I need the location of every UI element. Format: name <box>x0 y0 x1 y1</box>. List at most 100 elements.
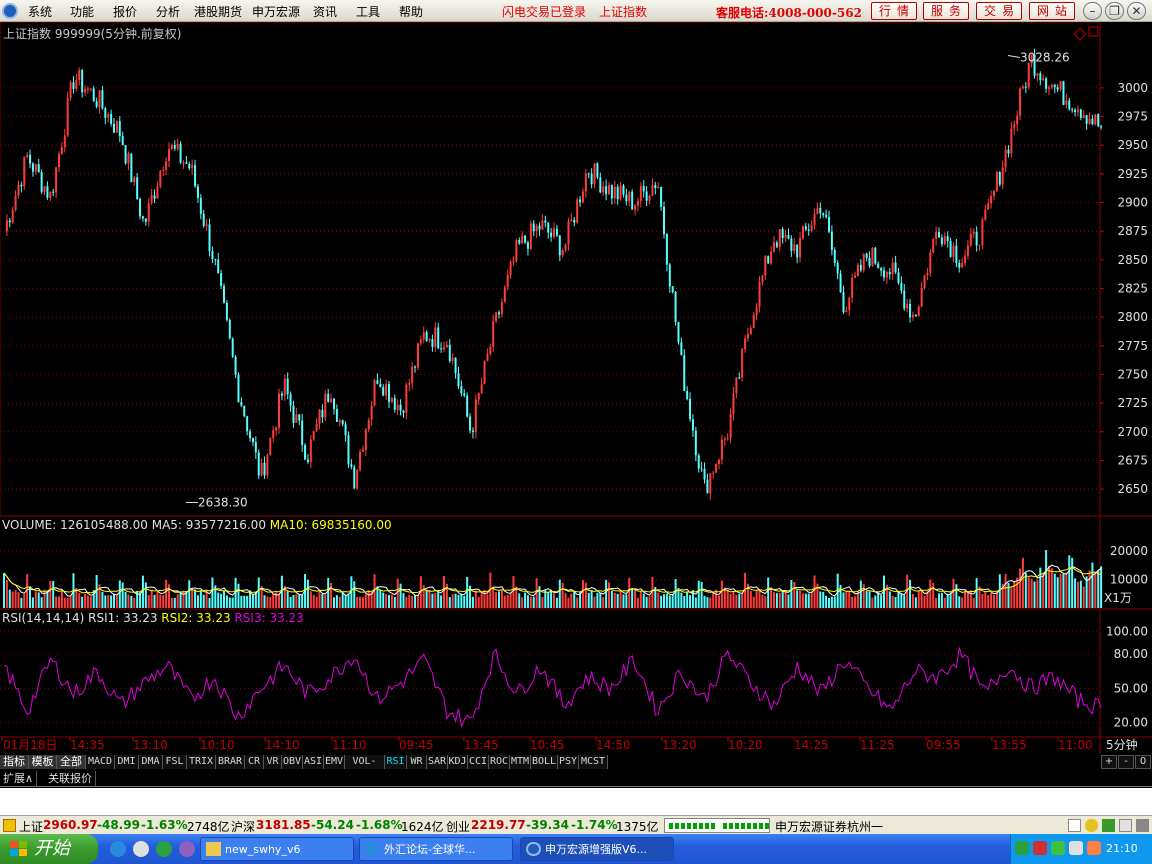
menu-swhy[interactable]: 申万宏源 <box>252 3 300 20</box>
candle-body <box>636 200 639 206</box>
indicator-tab-asi[interactable]: ASI <box>303 755 324 769</box>
indicator-tab-fsl[interactable]: FSL <box>163 755 187 769</box>
candle-body <box>75 80 78 89</box>
indicator-tab-全部[interactable]: 全部 <box>57 755 86 769</box>
menu-tools[interactable]: 工具 <box>356 3 380 20</box>
candle-body <box>949 241 952 257</box>
window-icon[interactable] <box>1068 819 1081 832</box>
app-quicklaunch-icon[interactable] <box>156 841 172 857</box>
browser-icon[interactable] <box>133 841 149 857</box>
indicator-tab-cr[interactable]: CR <box>245 755 264 769</box>
indicator-tab-模板[interactable]: 模板 <box>29 755 57 769</box>
volume-bar <box>634 589 637 608</box>
tray-qq-icon[interactable] <box>1051 841 1065 855</box>
candle-body <box>1016 115 1019 125</box>
index-link[interactable]: 上证指数 <box>599 3 647 20</box>
indicator-tab-dmi[interactable]: DMI <box>115 755 139 769</box>
connection-icon[interactable] <box>1085 819 1098 832</box>
indicator-tab-指标[interactable]: 指标 <box>0 755 29 769</box>
indicator-tab-emv[interactable]: EMV <box>324 755 345 769</box>
candle-body <box>266 455 269 476</box>
indicator-tab-wr[interactable]: WR <box>407 755 427 769</box>
zoom-out-button[interactable]: - <box>1118 755 1134 769</box>
tray-arrow-icon[interactable] <box>1015 841 1029 855</box>
related-quote-tab[interactable]: 关联报价 <box>45 771 96 786</box>
tray-sound-icon[interactable] <box>1087 841 1101 855</box>
candle-body <box>460 386 463 394</box>
indicator-tab-mcst[interactable]: MCST <box>579 755 608 769</box>
reset-button[interactable]: 0 <box>1135 755 1151 769</box>
indicator-tab-mtm[interactable]: MTM <box>510 755 531 769</box>
ie-icon[interactable] <box>110 841 126 857</box>
trade-button[interactable]: 交易 <box>976 2 1022 20</box>
candle-body <box>399 404 402 411</box>
candle-body <box>686 390 689 399</box>
indicator-tab-sar[interactable]: SAR <box>427 755 448 769</box>
time-label-4: 14:10 <box>265 738 300 752</box>
indicator-tab-roc[interactable]: ROC <box>489 755 510 769</box>
indicator-tab-rsi[interactable]: RSI <box>385 755 407 769</box>
candle-body <box>408 383 411 385</box>
tray-security-icon[interactable] <box>1033 841 1047 855</box>
candle-body <box>141 216 144 219</box>
volume-bar <box>761 594 764 608</box>
start-button[interactable]: 开始 <box>0 834 98 864</box>
task-folder[interactable]: new_swhy_v6 <box>200 837 354 861</box>
website-button[interactable]: 网站 <box>1029 2 1075 20</box>
indicator-tab-obv[interactable]: OBV <box>282 755 303 769</box>
cy-amount: 1375亿 <box>616 820 659 834</box>
expand-tab[interactable]: 扩展∧ <box>0 771 38 786</box>
candle-body <box>584 173 587 192</box>
menu-help[interactable]: 帮助 <box>399 3 423 20</box>
indicator-tab-psy[interactable]: PSY <box>558 755 579 769</box>
indicator-tab-trix[interactable]: TRIX <box>187 755 216 769</box>
tool-quicklaunch-icon[interactable] <box>179 841 195 857</box>
task-forex-forum[interactable]: 外汇论坛-全球华... <box>359 837 513 861</box>
volume-bar <box>347 593 350 608</box>
settings-icon[interactable] <box>1136 819 1149 832</box>
indicator-tab-vr[interactable]: VR <box>264 755 282 769</box>
menu-function[interactable]: 功能 <box>70 3 94 20</box>
minimize-button[interactable]: – <box>1083 2 1102 20</box>
volume-bar <box>1094 571 1097 608</box>
menu-analysis[interactable]: 分析 <box>156 3 180 20</box>
candle-body <box>373 380 376 406</box>
indicator-tab-macd[interactable]: MACD <box>86 755 115 769</box>
signal-icon[interactable] <box>1102 819 1115 832</box>
candle-body <box>726 438 729 440</box>
lock-icon[interactable] <box>1119 819 1132 832</box>
flash-trade-status[interactable]: 闪电交易已登录 <box>502 3 586 20</box>
indicator-tab-dma[interactable]: DMA <box>139 755 163 769</box>
indicator-tab-kdj[interactable]: KDJ <box>448 755 468 769</box>
task-swhy-app[interactable]: 申万宏源增强版V6... <box>520 837 674 861</box>
restore-button[interactable]: ❐ <box>1105 2 1124 20</box>
chart-area[interactable]: 2650 2675 2700 2725 2750 2775 2800 2825 2850 2875… <box>0 22 1152 754</box>
candle-body <box>926 273 929 276</box>
indicator-tab-brar[interactable]: BRAR <box>216 755 245 769</box>
volume-bar <box>182 590 185 608</box>
market-button[interactable]: 行情 <box>871 2 917 20</box>
indicator-tab-vol-tdx[interactable]: VOL-TDX <box>345 755 385 781</box>
candle-body <box>1068 100 1071 110</box>
candle-body <box>1085 115 1088 124</box>
close-button[interactable]: ✕ <box>1127 2 1146 20</box>
indicator-tab-boll[interactable]: BOLL <box>531 755 558 769</box>
candle-body <box>185 162 188 164</box>
kline-chart[interactable]: 2650 2675 2700 2725 2750 2775 2800 2825 2850 2875… <box>0 22 1152 754</box>
candle-body <box>1094 114 1097 125</box>
alert-icon[interactable] <box>3 819 16 832</box>
service-button[interactable]: 服务 <box>923 2 969 20</box>
menu-system[interactable]: 系统 <box>28 3 52 20</box>
candle-body <box>156 186 159 199</box>
volume-bar <box>521 597 524 608</box>
menu-news[interactable]: 资讯 <box>313 3 337 20</box>
candle-body <box>1013 124 1016 129</box>
tray-network-icon[interactable] <box>1069 841 1083 855</box>
volume-bar <box>1074 578 1077 608</box>
candle-body <box>570 219 573 222</box>
menu-hk-futures[interactable]: 港股期货 <box>194 3 242 20</box>
candle-body <box>318 409 321 424</box>
menu-quote[interactable]: 报价 <box>113 3 137 20</box>
indicator-tab-cci[interactable]: CCI <box>468 755 489 769</box>
zoom-in-button[interactable]: + <box>1101 755 1117 769</box>
